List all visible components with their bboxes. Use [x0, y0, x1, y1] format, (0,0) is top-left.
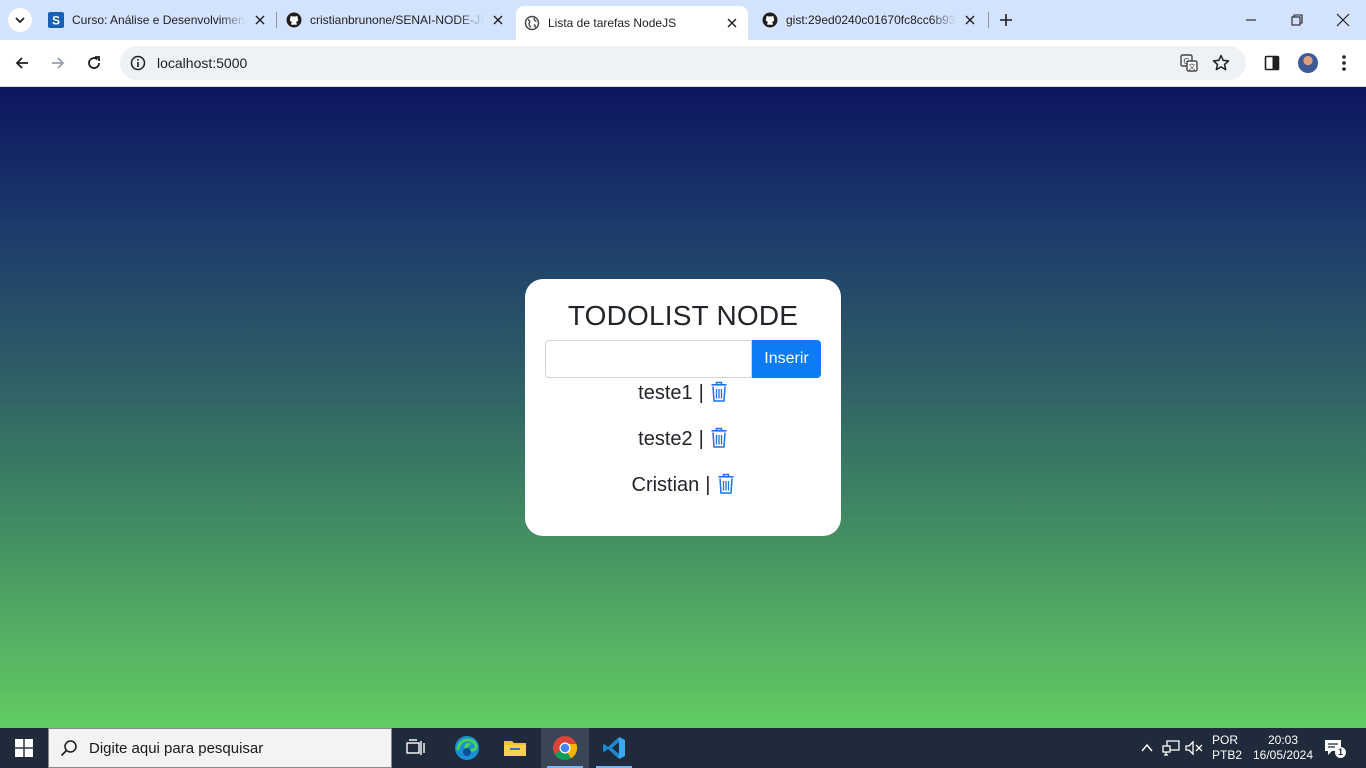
reload-button[interactable]: [79, 48, 109, 78]
task-text: teste1: [638, 382, 693, 404]
arrow-left-icon: [15, 57, 28, 69]
translate-icon[interactable]: G文: [1178, 52, 1200, 74]
tab-lista-tarefas[interactable]: Lista de tarefas NodeJS: [516, 6, 748, 40]
list-item: teste2 |: [525, 427, 841, 474]
trash-icon[interactable]: [710, 381, 728, 403]
list-item: Cristian |: [525, 473, 841, 520]
svg-text:S: S: [52, 14, 60, 28]
insert-button[interactable]: Inserir: [752, 340, 821, 378]
list-item: teste1 |: [525, 381, 841, 428]
chevron-down-icon: [15, 17, 25, 24]
close-tab-icon[interactable]: [962, 12, 978, 28]
language-indicator[interactable]: POR PTB2: [1212, 733, 1242, 763]
page-viewport: TODOLIST NODE Inserir teste1 | teste2 | …: [0, 87, 1366, 728]
taskbar-file-explorer[interactable]: [491, 728, 539, 768]
close-window-button[interactable]: [1320, 0, 1366, 40]
globe-icon: [524, 15, 540, 31]
bookmark-star-icon[interactable]: [1210, 52, 1232, 74]
profile-avatar[interactable]: [1298, 53, 1318, 73]
tab-github-repo[interactable]: cristianbrunone/SENAI-NODE-JS: [278, 6, 514, 34]
edge-icon: [455, 736, 479, 760]
tab-title: Curso: Análise e Desenvolvimento: [72, 13, 246, 27]
tab-separator: [276, 12, 277, 28]
language-code: POR: [1212, 733, 1239, 747]
vscode-icon: [603, 737, 625, 759]
task-view-icon: [406, 739, 425, 755]
tab-title: gist:29ed0240c01670fc8cc6b93: [786, 13, 956, 27]
task-list: teste1 | teste2 | Cristian |: [525, 381, 841, 520]
restore-button[interactable]: [1274, 0, 1320, 40]
svg-text:文: 文: [1189, 62, 1196, 71]
chevron-up-icon[interactable]: [1137, 738, 1157, 758]
browser-tab-strip: S Curso: Análise e Desenvolvimento crist…: [0, 0, 1366, 40]
more-menu-icon[interactable]: [1333, 52, 1355, 74]
restore-icon: [1291, 14, 1303, 26]
tab-gist[interactable]: gist:29ed0240c01670fc8cc6b93: [754, 6, 986, 34]
network-icon[interactable]: [1161, 738, 1181, 758]
volume-muted-icon[interactable]: [1184, 738, 1204, 758]
trash-icon[interactable]: [710, 427, 728, 449]
senai-s-icon: S: [48, 12, 64, 28]
close-tab-icon[interactable]: [490, 12, 506, 28]
tab-title: Lista de tarefas NodeJS: [548, 16, 677, 30]
start-button[interactable]: [0, 728, 48, 768]
taskbar-chrome[interactable]: [541, 728, 589, 768]
taskbar-search[interactable]: Digite aqui para pesquisar: [48, 728, 392, 768]
trash-icon[interactable]: [717, 473, 735, 495]
close-tab-icon[interactable]: [724, 15, 740, 31]
github-icon: [762, 12, 778, 28]
clock[interactable]: 20:03 16/05/2024: [1248, 733, 1318, 763]
back-button[interactable]: [7, 48, 37, 78]
browser-toolbar: localhost:5000 G文: [0, 40, 1366, 87]
reload-icon: [88, 56, 100, 69]
tab-curso[interactable]: S Curso: Análise e Desenvolvimento: [40, 6, 276, 34]
task-input[interactable]: [545, 340, 752, 378]
task-view-button[interactable]: [392, 728, 440, 768]
plus-icon: [1000, 14, 1012, 26]
tab-separator: [988, 12, 989, 28]
task-text: teste2: [638, 428, 693, 450]
close-tab-icon[interactable]: [252, 12, 268, 28]
tab-title: cristianbrunone/SENAI-NODE-JS: [310, 13, 484, 27]
task-separator: |: [705, 474, 711, 496]
new-tab-button[interactable]: [994, 8, 1018, 32]
task-text: Cristian: [631, 474, 700, 496]
minimize-icon: [1246, 19, 1256, 21]
keyboard-layout: PTB2: [1212, 748, 1243, 762]
minimize-button[interactable]: [1228, 0, 1274, 40]
windows-logo-icon: [15, 739, 33, 757]
taskbar-edge[interactable]: [443, 728, 491, 768]
chrome-icon: [553, 736, 578, 761]
github-icon: [286, 12, 302, 28]
forward-button[interactable]: [43, 48, 73, 78]
taskbar-vscode[interactable]: [590, 728, 638, 768]
tab-search-button[interactable]: [8, 8, 32, 32]
taskbar-search-placeholder: Digite aqui para pesquisar: [89, 739, 264, 757]
address-bar[interactable]: localhost:5000 G文: [120, 46, 1246, 80]
clock-time: 20:03: [1267, 733, 1299, 747]
task-separator: |: [698, 382, 704, 404]
todo-card: TODOLIST NODE Inserir teste1 | teste2 | …: [525, 279, 841, 536]
site-info-icon[interactable]: [128, 53, 148, 73]
close-icon: [1336, 13, 1350, 27]
task-separator: |: [698, 428, 704, 450]
search-icon: [49, 739, 89, 757]
page-title: TODOLIST NODE: [567, 300, 799, 331]
notification-badge: 1: [1335, 747, 1346, 758]
side-panel-icon[interactable]: [1261, 52, 1283, 74]
arrow-right-icon: [52, 57, 65, 69]
notification-center[interactable]: 1: [1324, 738, 1346, 758]
windows-taskbar: Digite aqui para pesquisar POR PTB2 20:0…: [0, 728, 1366, 768]
url-text[interactable]: localhost:5000: [157, 55, 247, 71]
clock-date: 16/05/2024: [1252, 748, 1314, 762]
folder-icon: [504, 741, 526, 756]
